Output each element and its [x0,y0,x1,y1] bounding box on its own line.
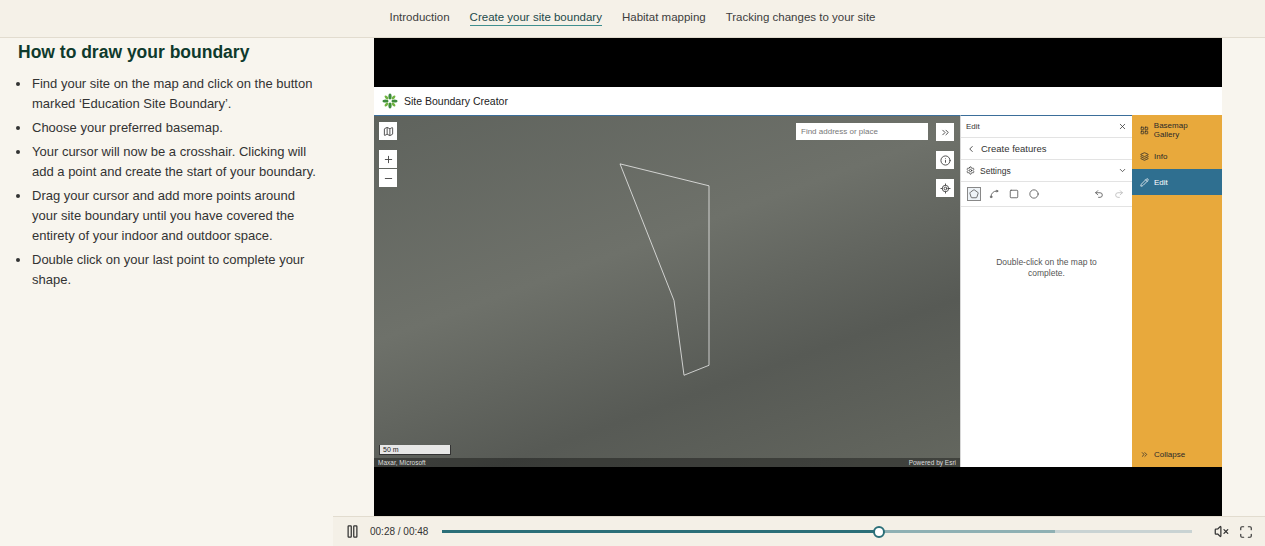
locate-button[interactable] [936,179,954,197]
close-icon[interactable] [1118,122,1127,131]
pause-icon [345,524,360,539]
plus-icon [383,154,394,165]
map-right-controls [936,123,954,197]
play-pause-button[interactable] [345,524,360,539]
zoom-out-button[interactable] [379,169,397,187]
undo-button[interactable] [1092,187,1106,201]
sidebar-item-icon [1140,152,1149,161]
step-item: Your cursor will now be a crosshair. Cli… [31,142,319,182]
steps-list: Find your site on the map and click on t… [18,74,319,290]
info-button[interactable] [936,151,954,169]
panel-message: Double-click on the map to complete. [961,207,1132,467]
polygon-icon [969,189,979,199]
redo-icon [1114,189,1124,199]
nav-tab[interactable]: Create your site boundary [470,0,602,37]
chevrons-right-icon [940,127,951,138]
edit-panel-header: Edit [961,116,1132,138]
muted-speaker-icon [1214,524,1229,539]
step-item: Choose your preferred basemap. [31,118,319,138]
map-home-button[interactable] [379,122,397,140]
played-fill [442,530,879,533]
chevrons-right-icon [1140,450,1149,459]
video-time: 00:28 / 00:48 [370,526,428,537]
fullscreen-icon [1239,525,1253,539]
info-icon [940,155,951,166]
polygon-tool[interactable] [967,187,981,201]
collapse-button[interactable]: Collapse [1132,441,1222,467]
sidebar-item[interactable]: Info [1132,143,1222,169]
chevron-down-icon [1118,166,1127,175]
drawing-tools [961,182,1132,207]
boundary-drawing [374,116,960,467]
map-icon [383,126,394,137]
search-placeholder: Find address or place [801,127,878,136]
app-sidebar: Basemap GalleryInfoEdit Collapse [1132,115,1222,467]
page: Introduction Create your site boundary Hab… [0,0,1265,546]
minus-icon [383,173,394,184]
instructions-title: How to draw your boundary [18,40,319,64]
mute-button[interactable] [1214,524,1229,539]
freehand-icon [989,189,999,199]
rectangle-tool[interactable] [1007,187,1021,201]
top-nav: Introduction Create your site boundary Hab… [0,0,1265,38]
attribution: Maxar, MicrosoftPowered by Esri [374,458,960,467]
freehand-tool[interactable] [987,187,1001,201]
sidebar-item[interactable]: Basemap Gallery [1132,117,1222,143]
map-search[interactable]: Find address or place [796,123,928,140]
video-column: Site Boundary Creator Find address or pla… [333,38,1265,546]
rectangle-icon [1009,189,1019,199]
scale-bar: 50 m [379,445,451,455]
fullscreen-button[interactable] [1239,525,1253,539]
app-body: Find address or place 50 m Maxar, Microsof… [374,115,1222,467]
settings-row[interactable]: Settings [961,160,1132,182]
step-item: Find your site on the map and click on t… [31,74,319,114]
sidebar-item-icon [1140,126,1149,135]
zoom-in-button[interactable] [379,150,397,168]
video-controls: 00:28 / 00:48 [333,516,1265,546]
progress-bar[interactable] [442,530,1192,533]
app-window: Site Boundary Creator Find address or pla… [374,87,1222,467]
nav-tab[interactable]: Introduction [390,0,450,37]
video-frame[interactable]: Site Boundary Creator Find address or pla… [374,38,1222,516]
sidebar-item-icon [1140,178,1149,187]
video-area: Site Boundary Creator Find address or pla… [333,38,1265,516]
app-title: Site Boundary Creator [404,95,508,107]
locate-icon [940,183,951,194]
undo-icon [1094,189,1104,199]
back-icon[interactable] [966,144,976,154]
step-item: Drag your cursor and add more points aro… [31,186,319,246]
circle-tool[interactable] [1027,187,1041,201]
expand-button[interactable] [936,123,954,141]
create-features-row: Create features [961,138,1132,160]
sidebar-item[interactable]: Edit [1132,169,1222,195]
map[interactable]: Find address or place 50 m Maxar, Microsof… [374,115,960,467]
instructions-panel: How to draw your boundary Find your site … [0,38,333,546]
map-controls [379,122,397,187]
redo-button[interactable] [1112,187,1126,201]
progress-thumb[interactable] [873,526,885,538]
edit-panel: EditCreate featuresSettings Double-click … [960,115,1132,467]
nav-tab[interactable]: Habitat mapping [622,0,706,37]
app-header: Site Boundary Creator [374,87,1222,115]
gear-icon [966,166,975,175]
circle-icon [1029,189,1039,199]
main: How to draw your boundary Find your site … [0,38,1265,546]
nav-tab[interactable]: Tracking changes to your site [726,0,876,37]
logo-icon [382,93,398,109]
zoom-controls [379,150,397,187]
step-item: Double click on your last point to compl… [31,250,319,290]
